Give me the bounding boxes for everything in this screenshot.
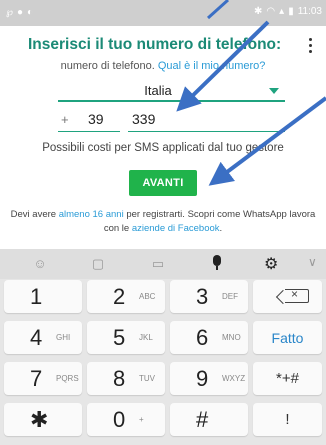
keyboard-toolbar: ☺ ▢ ▭ ⚙ ∨: [0, 249, 326, 279]
dropdown-arrow-icon: [269, 88, 279, 94]
key-letters: JKL: [139, 333, 153, 342]
country-code: 39: [88, 111, 104, 127]
sync-icon: ◐: [27, 7, 34, 18]
phone-number-value: 339: [132, 111, 156, 127]
sms-costs-text: Possibili costi per SMS applicati dal tu…: [42, 142, 284, 154]
key-4[interactable]: 4 GHI: [4, 321, 82, 354]
key-digit: ✱: [30, 407, 49, 432]
key-digit: 7: [30, 366, 43, 391]
key-digit: 2: [113, 284, 126, 309]
symbols-key-label: *+#: [276, 370, 299, 387]
backspace-key[interactable]: [253, 280, 322, 313]
key-7[interactable]: 7 PQRS: [4, 362, 82, 395]
age-link[interactable]: almeno 16 anni: [59, 209, 124, 220]
key-3[interactable]: 3 DEF: [170, 280, 248, 313]
key-9[interactable]: 9 WXYZ: [170, 362, 248, 395]
key-digit: 5: [113, 325, 126, 350]
signal-icon: ▴: [279, 6, 285, 17]
status-bar: ℘ ● ◐ ✱ ◠ ▴ ▮ 11:03: [0, 0, 326, 26]
which-number-link[interactable]: Qual è il mio numero?: [158, 60, 266, 72]
gif-icon[interactable]: ▭: [150, 256, 166, 272]
done-key-label: Fatto: [271, 330, 304, 346]
sticker-icon[interactable]: ▢: [90, 256, 106, 272]
subline: numero di telefono. Qual è il mio numero…: [0, 60, 326, 72]
key-letters: MNO: [222, 333, 241, 342]
key-digit: 3: [196, 284, 209, 309]
circle-icon: ●: [16, 7, 24, 18]
country-select[interactable]: Italia: [58, 80, 285, 102]
key-digit: #: [196, 407, 209, 432]
key-digit: 6: [196, 325, 209, 350]
exclamation-key[interactable]: !: [253, 403, 322, 436]
emoji-icon[interactable]: ☺: [32, 256, 48, 272]
exclamation-key-label: !: [285, 411, 290, 428]
microphone-icon[interactable]: [212, 255, 222, 273]
key-5[interactable]: 5 JKL: [87, 321, 165, 354]
key-digit: 4: [30, 325, 43, 350]
key-2[interactable]: 2 ABC: [87, 280, 165, 313]
key-digit: 1: [30, 284, 43, 309]
plus-sign: +: [61, 112, 69, 127]
key-letters: PQRS: [56, 374, 79, 383]
phone-number-field[interactable]: 339: [128, 108, 285, 132]
key-letters: ABC: [139, 292, 156, 301]
done-key[interactable]: Fatto: [253, 321, 322, 354]
numeric-keyboard: ☺ ▢ ▭ ⚙ ∨ 1 2 ABC 3 DEF 4 GHI 5 JKL 6 MNO 7 PQRS 8 TUV…: [0, 249, 326, 445]
clock: 11:03: [297, 6, 322, 17]
notification-icon: ℘: [6, 7, 13, 18]
key-digit: 9: [196, 366, 209, 391]
header: Inserisci il tuo numero di telefono:: [0, 26, 326, 62]
status-icons-right: ✱ ◠ ▴ ▮ 11:03: [254, 6, 322, 17]
facebook-companies-link[interactable]: aziende di Facebook: [132, 223, 220, 234]
chevron-down-icon[interactable]: ∨: [308, 255, 317, 269]
key-letters: WXYZ: [222, 374, 246, 383]
info-part3: .: [219, 223, 223, 234]
key-digit: 8: [113, 366, 126, 391]
country-name: Italia: [144, 83, 172, 98]
age-info-text: Devi avere almeno 16 anni per registrart…: [8, 208, 318, 236]
key-1[interactable]: 1: [4, 280, 82, 313]
settings-gear-icon[interactable]: ⚙: [264, 254, 278, 274]
key-letters: TUV: [139, 374, 155, 383]
key-letters: GHI: [56, 333, 71, 342]
key-0[interactable]: 0 +: [87, 403, 165, 436]
backspace-icon: [285, 287, 309, 303]
key-letters: DEF: [222, 292, 238, 301]
key-digit: 0: [113, 407, 126, 432]
page-title: Inserisci il tuo numero di telefono:: [28, 36, 282, 53]
next-button[interactable]: AVANTI: [129, 170, 197, 196]
country-code-field[interactable]: + 39: [58, 108, 120, 132]
bluetooth-icon: ✱: [254, 6, 263, 17]
battery-icon: ▮: [288, 6, 294, 17]
info-part1: Devi avere: [10, 209, 59, 220]
symbols-key[interactable]: *+#: [253, 362, 322, 395]
key-letters: +: [139, 415, 144, 424]
key-8[interactable]: 8 TUV: [87, 362, 165, 395]
key-6[interactable]: 6 MNO: [170, 321, 248, 354]
wifi-icon: ◠: [266, 6, 276, 17]
subline-text: numero di telefono.: [60, 60, 155, 72]
status-icons-left: ℘ ● ◐: [6, 7, 33, 19]
overflow-menu-icon[interactable]: [308, 38, 314, 54]
key-hash[interactable]: #: [170, 403, 248, 436]
key-asterisk[interactable]: ✱: [4, 403, 82, 436]
